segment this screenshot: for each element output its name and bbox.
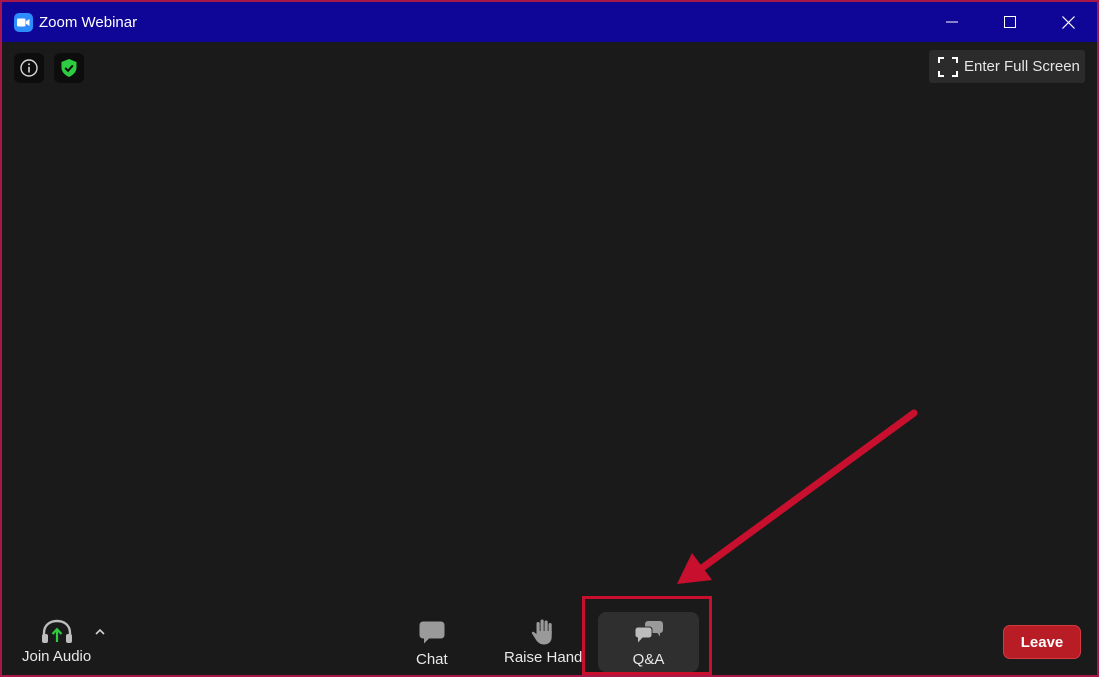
join-audio-button[interactable]: Join Audio [22, 619, 91, 665]
chevron-up-icon [95, 628, 105, 635]
chat-label: Chat [416, 651, 448, 668]
shield-check-icon [61, 59, 77, 77]
close-icon [1061, 15, 1075, 29]
minimize-icon [946, 21, 958, 23]
minimize-button[interactable] [923, 2, 981, 42]
qa-icon [634, 621, 663, 643]
zoom-camera-icon [14, 12, 33, 32]
zoom-window: Zoom Webinar Enter Full Screen Join Audi… [0, 0, 1099, 677]
audio-options-button[interactable] [94, 624, 106, 642]
security-button[interactable] [54, 53, 84, 83]
fullscreen-label: Enter Full Screen [964, 58, 1080, 75]
info-icon [20, 59, 38, 77]
maximize-button[interactable] [981, 2, 1039, 42]
join-audio-label: Join Audio [22, 648, 92, 665]
headphones-icon [41, 619, 72, 643]
hand-icon [532, 619, 552, 645]
fullscreen-icon [938, 56, 958, 77]
raise-hand-label: Raise Hand [504, 649, 583, 666]
leave-button[interactable]: Leave [1003, 625, 1081, 659]
window-title: Zoom Webinar [39, 13, 138, 31]
window-controls [923, 2, 1097, 42]
qa-label: Q&A [632, 651, 665, 668]
title-bar: Zoom Webinar [2, 2, 1097, 42]
chat-icon [419, 621, 445, 644]
qa-button[interactable]: Q&A [598, 620, 699, 668]
close-button[interactable] [1039, 2, 1097, 42]
raise-hand-button[interactable]: Raise Hand [504, 618, 582, 666]
chat-button[interactable]: Chat [416, 620, 448, 668]
maximize-icon [1004, 16, 1016, 28]
meeting-info-button[interactable] [14, 53, 44, 83]
enter-fullscreen-button[interactable]: Enter Full Screen [929, 50, 1085, 83]
